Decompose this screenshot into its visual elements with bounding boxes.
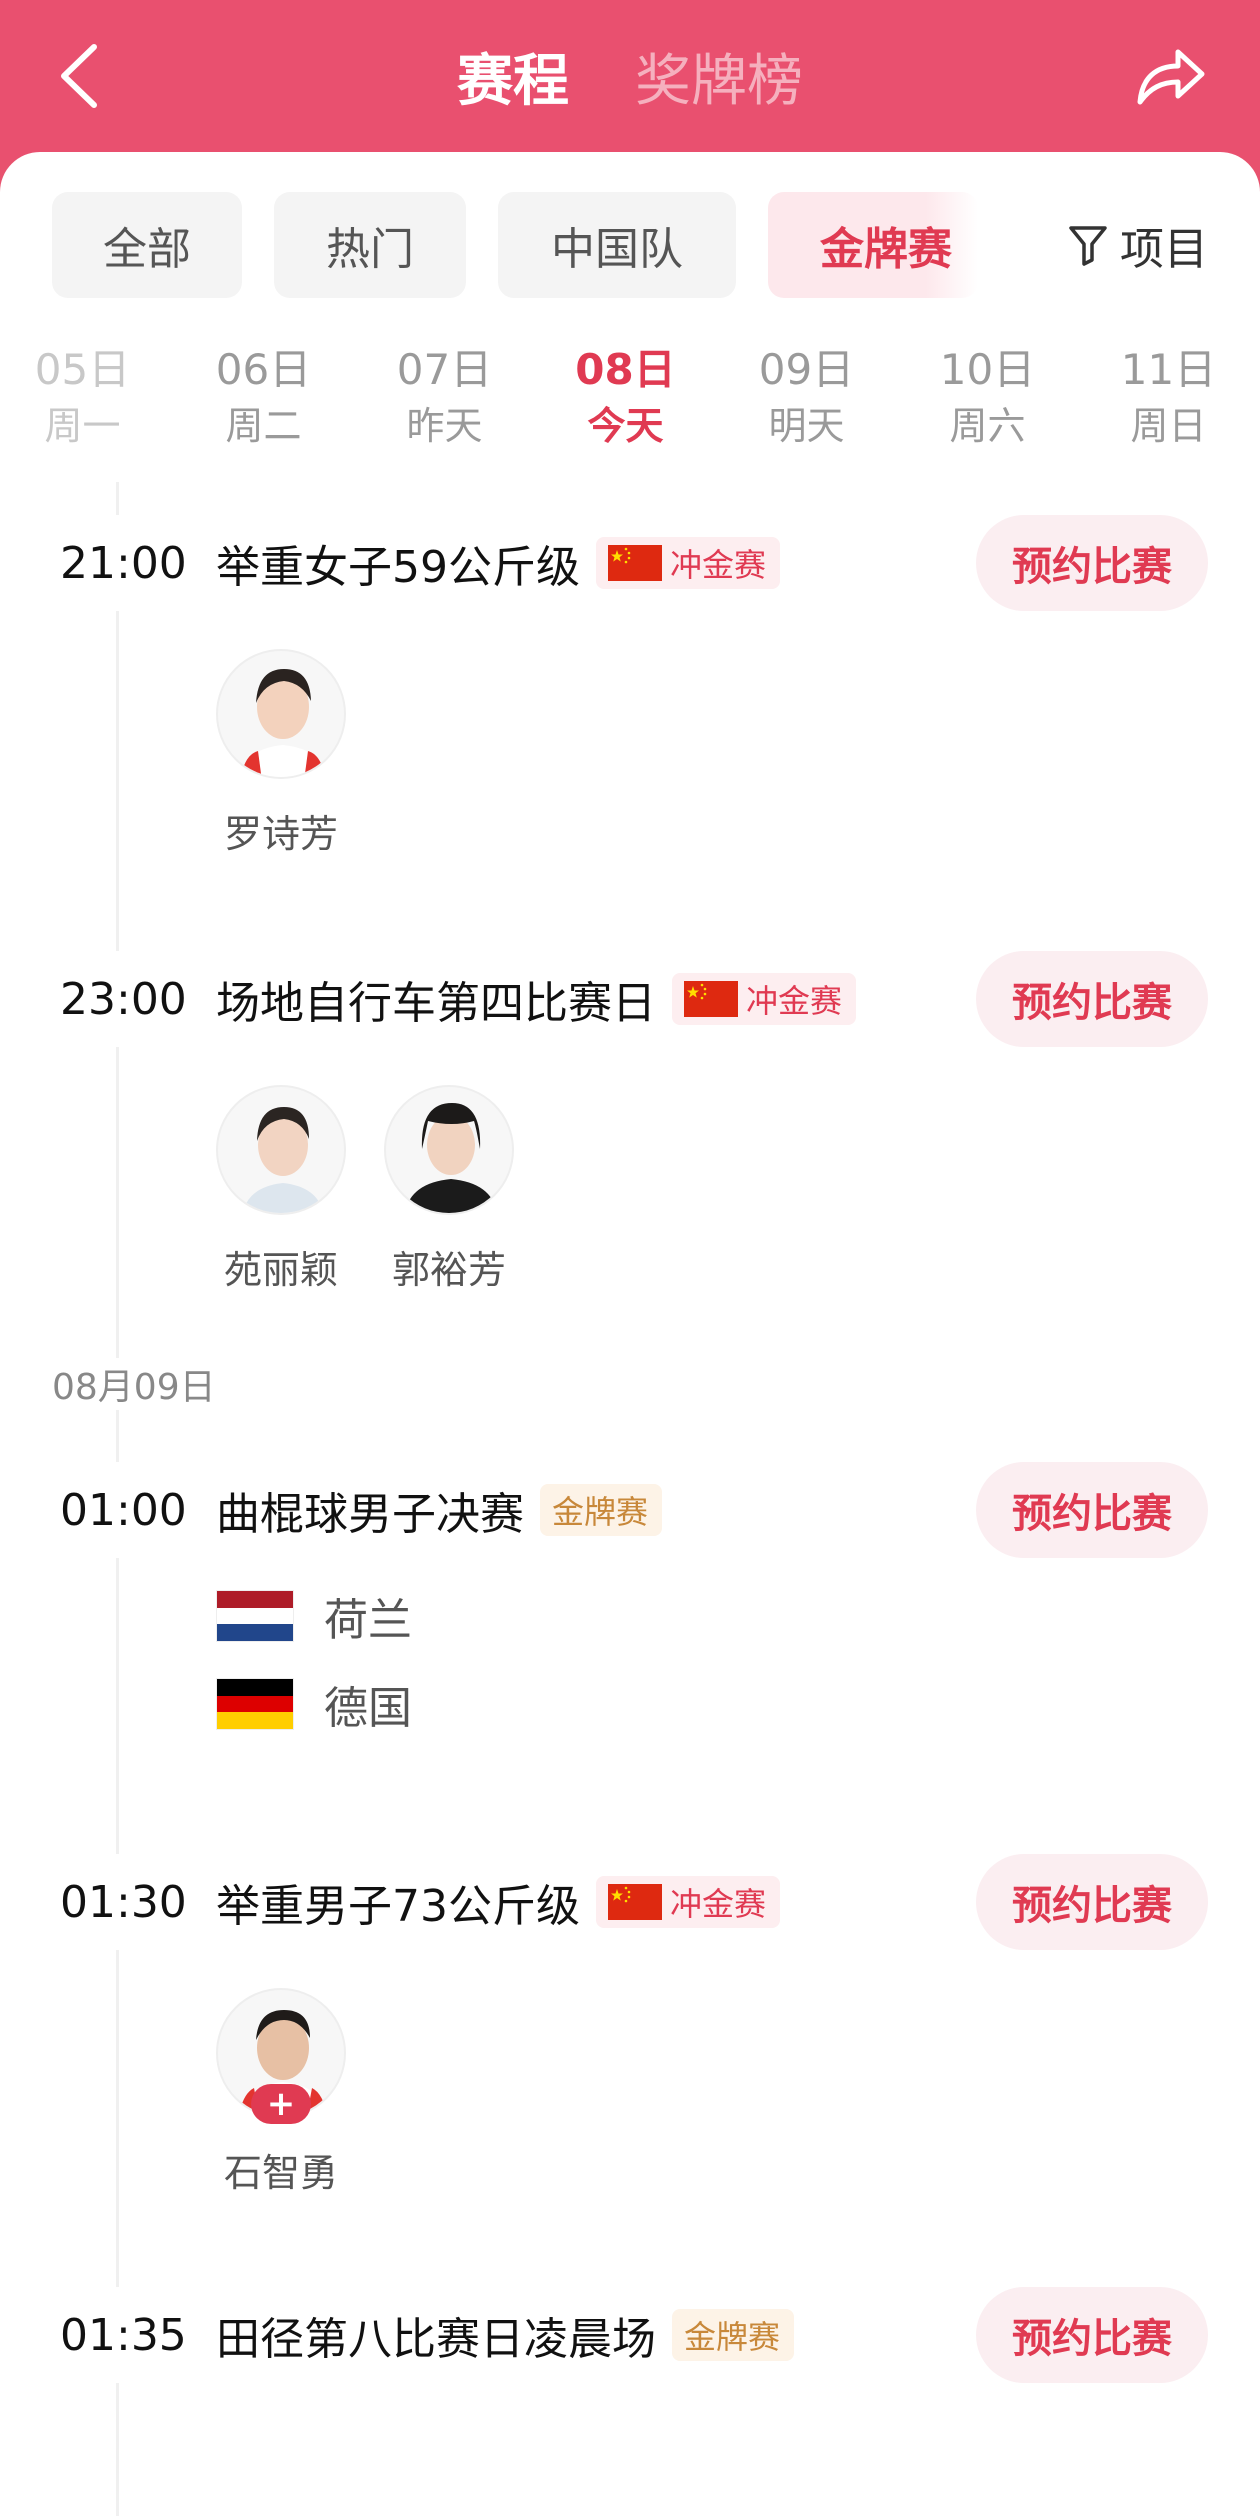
- event-time: 21:00: [60, 515, 195, 611]
- event-title-row[interactable]: 举重男子73公斤级 冲金赛: [216, 1854, 781, 1950]
- athlete-item[interactable]: 苑丽颖: [216, 1085, 346, 1294]
- athlete-name: 苑丽颖: [223, 1248, 338, 1292]
- date-item[interactable]: 10日 周六: [897, 344, 1078, 464]
- date-item-selected[interactable]: 08日 今天: [535, 344, 716, 464]
- team-item[interactable]: 荷兰: [216, 1586, 412, 1646]
- date-divider: 08月09日: [52, 1358, 224, 1410]
- event-tag: 冲金赛: [596, 537, 781, 589]
- athlete-name: 罗诗芳: [223, 812, 338, 856]
- athlete-list: 罗诗芳: [216, 649, 346, 858]
- event-tag-label: 金牌赛: [684, 2318, 781, 2356]
- team-name: 德国: [324, 1683, 412, 1734]
- germany-flag-icon: [216, 1678, 294, 1730]
- event-title: 举重男子73公斤级: [216, 1881, 580, 1932]
- china-flag-icon: [684, 981, 738, 1017]
- event-tag-label: 冲金赛: [670, 546, 767, 584]
- date-day: 09日: [758, 345, 855, 394]
- tab-medal-table[interactable]: 奖牌榜: [635, 36, 803, 117]
- sport-filter-label: 项目: [1120, 224, 1208, 275]
- tab-schedule[interactable]: 赛程: [457, 36, 569, 117]
- event-title: 曲棍球男子决赛: [216, 1489, 524, 1540]
- date-weekday: 周一: [44, 404, 121, 448]
- athlete-item[interactable]: 罗诗芳: [216, 649, 346, 858]
- event-title: 举重女子59公斤级: [216, 542, 580, 593]
- event-tag: 金牌赛: [672, 2309, 795, 2361]
- date-day: 11日: [1120, 345, 1217, 394]
- athlete-item[interactable]: + 石智勇: [216, 1988, 346, 2197]
- date-weekday: 周日: [1130, 404, 1207, 448]
- event-title: 场地自行车第四比赛日: [216, 978, 656, 1029]
- event-tag: 冲金赛: [596, 1876, 781, 1928]
- date-item[interactable]: 09日 明天: [716, 344, 897, 464]
- date-weekday: 今天: [587, 404, 664, 448]
- event-title-row[interactable]: 举重女子59公斤级 冲金赛: [216, 515, 781, 611]
- chip-gold-medal[interactable]: 金牌赛: [768, 192, 978, 298]
- event-tag: 金牌赛: [540, 1484, 663, 1536]
- date-day: 05日: [34, 345, 131, 394]
- date-day: 08日: [575, 345, 676, 394]
- date-item[interactable]: 05日 周一: [0, 344, 173, 464]
- avatar: [216, 1085, 346, 1215]
- avatar: [216, 649, 346, 779]
- event-time: 23:00: [60, 951, 195, 1047]
- date-weekday: 周二: [225, 404, 302, 448]
- event-tag-label: 冲金赛: [746, 982, 843, 1020]
- date-day: 10日: [939, 345, 1036, 394]
- china-flag-icon: [608, 545, 662, 581]
- date-item[interactable]: 07日 昨天: [354, 344, 535, 464]
- event-time: 01:00: [60, 1462, 195, 1558]
- reserve-button[interactable]: 预约比赛: [976, 1854, 1208, 1950]
- category-chips: 全部 热门 中国队 金牌赛: [52, 192, 978, 302]
- share-arrow-icon: [1137, 49, 1205, 105]
- event-time: 01:35: [60, 2287, 195, 2383]
- date-weekday: 昨天: [406, 404, 483, 448]
- date-item[interactable]: 06日 周二: [173, 344, 354, 464]
- athlete-list: + 石智勇: [216, 1988, 346, 2197]
- event-tag: 冲金赛: [672, 973, 857, 1025]
- date-day: 06日: [215, 345, 312, 394]
- reserve-button[interactable]: 预约比赛: [976, 515, 1208, 611]
- chip-all[interactable]: 全部: [52, 192, 242, 298]
- athlete-item[interactable]: 郭裕芳: [384, 1085, 514, 1294]
- china-flag-icon: [608, 1884, 662, 1920]
- team-name: 荷兰: [324, 1595, 412, 1646]
- schedule-sheet: 全部 热门 中国队 金牌赛 项目 05日 周一 06日 周二 07日 昨天 08…: [0, 152, 1260, 2516]
- athlete-name: 郭裕芳: [391, 1248, 506, 1292]
- date-day: 07日: [396, 345, 493, 394]
- athlete-list: 苑丽颖 郭裕芳: [216, 1085, 514, 1294]
- event-title-row[interactable]: 田径第八比赛日凌晨场 金牌赛: [216, 2287, 795, 2383]
- event-title: 田径第八比赛日凌晨场: [216, 2314, 656, 2365]
- funnel-icon: [1069, 226, 1107, 266]
- header-tabs: 赛程 奖牌榜: [0, 34, 1260, 118]
- team-list: 荷兰 德国: [216, 1586, 412, 1762]
- add-follow-badge[interactable]: +: [251, 2084, 311, 2124]
- reserve-button[interactable]: 预约比赛: [976, 2287, 1208, 2383]
- event-tag-label: 冲金赛: [670, 1885, 767, 1923]
- reserve-button[interactable]: 预约比赛: [976, 951, 1208, 1047]
- sport-filter-button[interactable]: 项目: [1068, 192, 1208, 298]
- event-title-row[interactable]: 场地自行车第四比赛日 冲金赛: [216, 951, 857, 1047]
- share-button[interactable]: [1128, 34, 1212, 118]
- top-bar: 赛程 奖牌榜: [0, 0, 1260, 160]
- event-time: 01:30: [60, 1854, 195, 1950]
- date-weekday: 明天: [768, 404, 845, 448]
- event-title-row[interactable]: 曲棍球男子决赛 金牌赛: [216, 1462, 663, 1558]
- date-item[interactable]: 11日 周日: [1078, 344, 1259, 464]
- reserve-button[interactable]: 预约比赛: [976, 1462, 1208, 1558]
- team-item[interactable]: 德国: [216, 1674, 412, 1734]
- date-weekday: 周六: [949, 404, 1026, 448]
- date-strip: 05日 周一 06日 周二 07日 昨天 08日 今天 09日 明天 10日 周…: [0, 344, 1260, 464]
- chip-hot[interactable]: 热门: [274, 192, 466, 298]
- chip-china-team[interactable]: 中国队: [498, 192, 736, 298]
- avatar: [384, 1085, 514, 1215]
- netherlands-flag-icon: [216, 1590, 294, 1642]
- event-tag-label: 金牌赛: [552, 1493, 649, 1531]
- athlete-name: 石智勇: [223, 2151, 338, 2195]
